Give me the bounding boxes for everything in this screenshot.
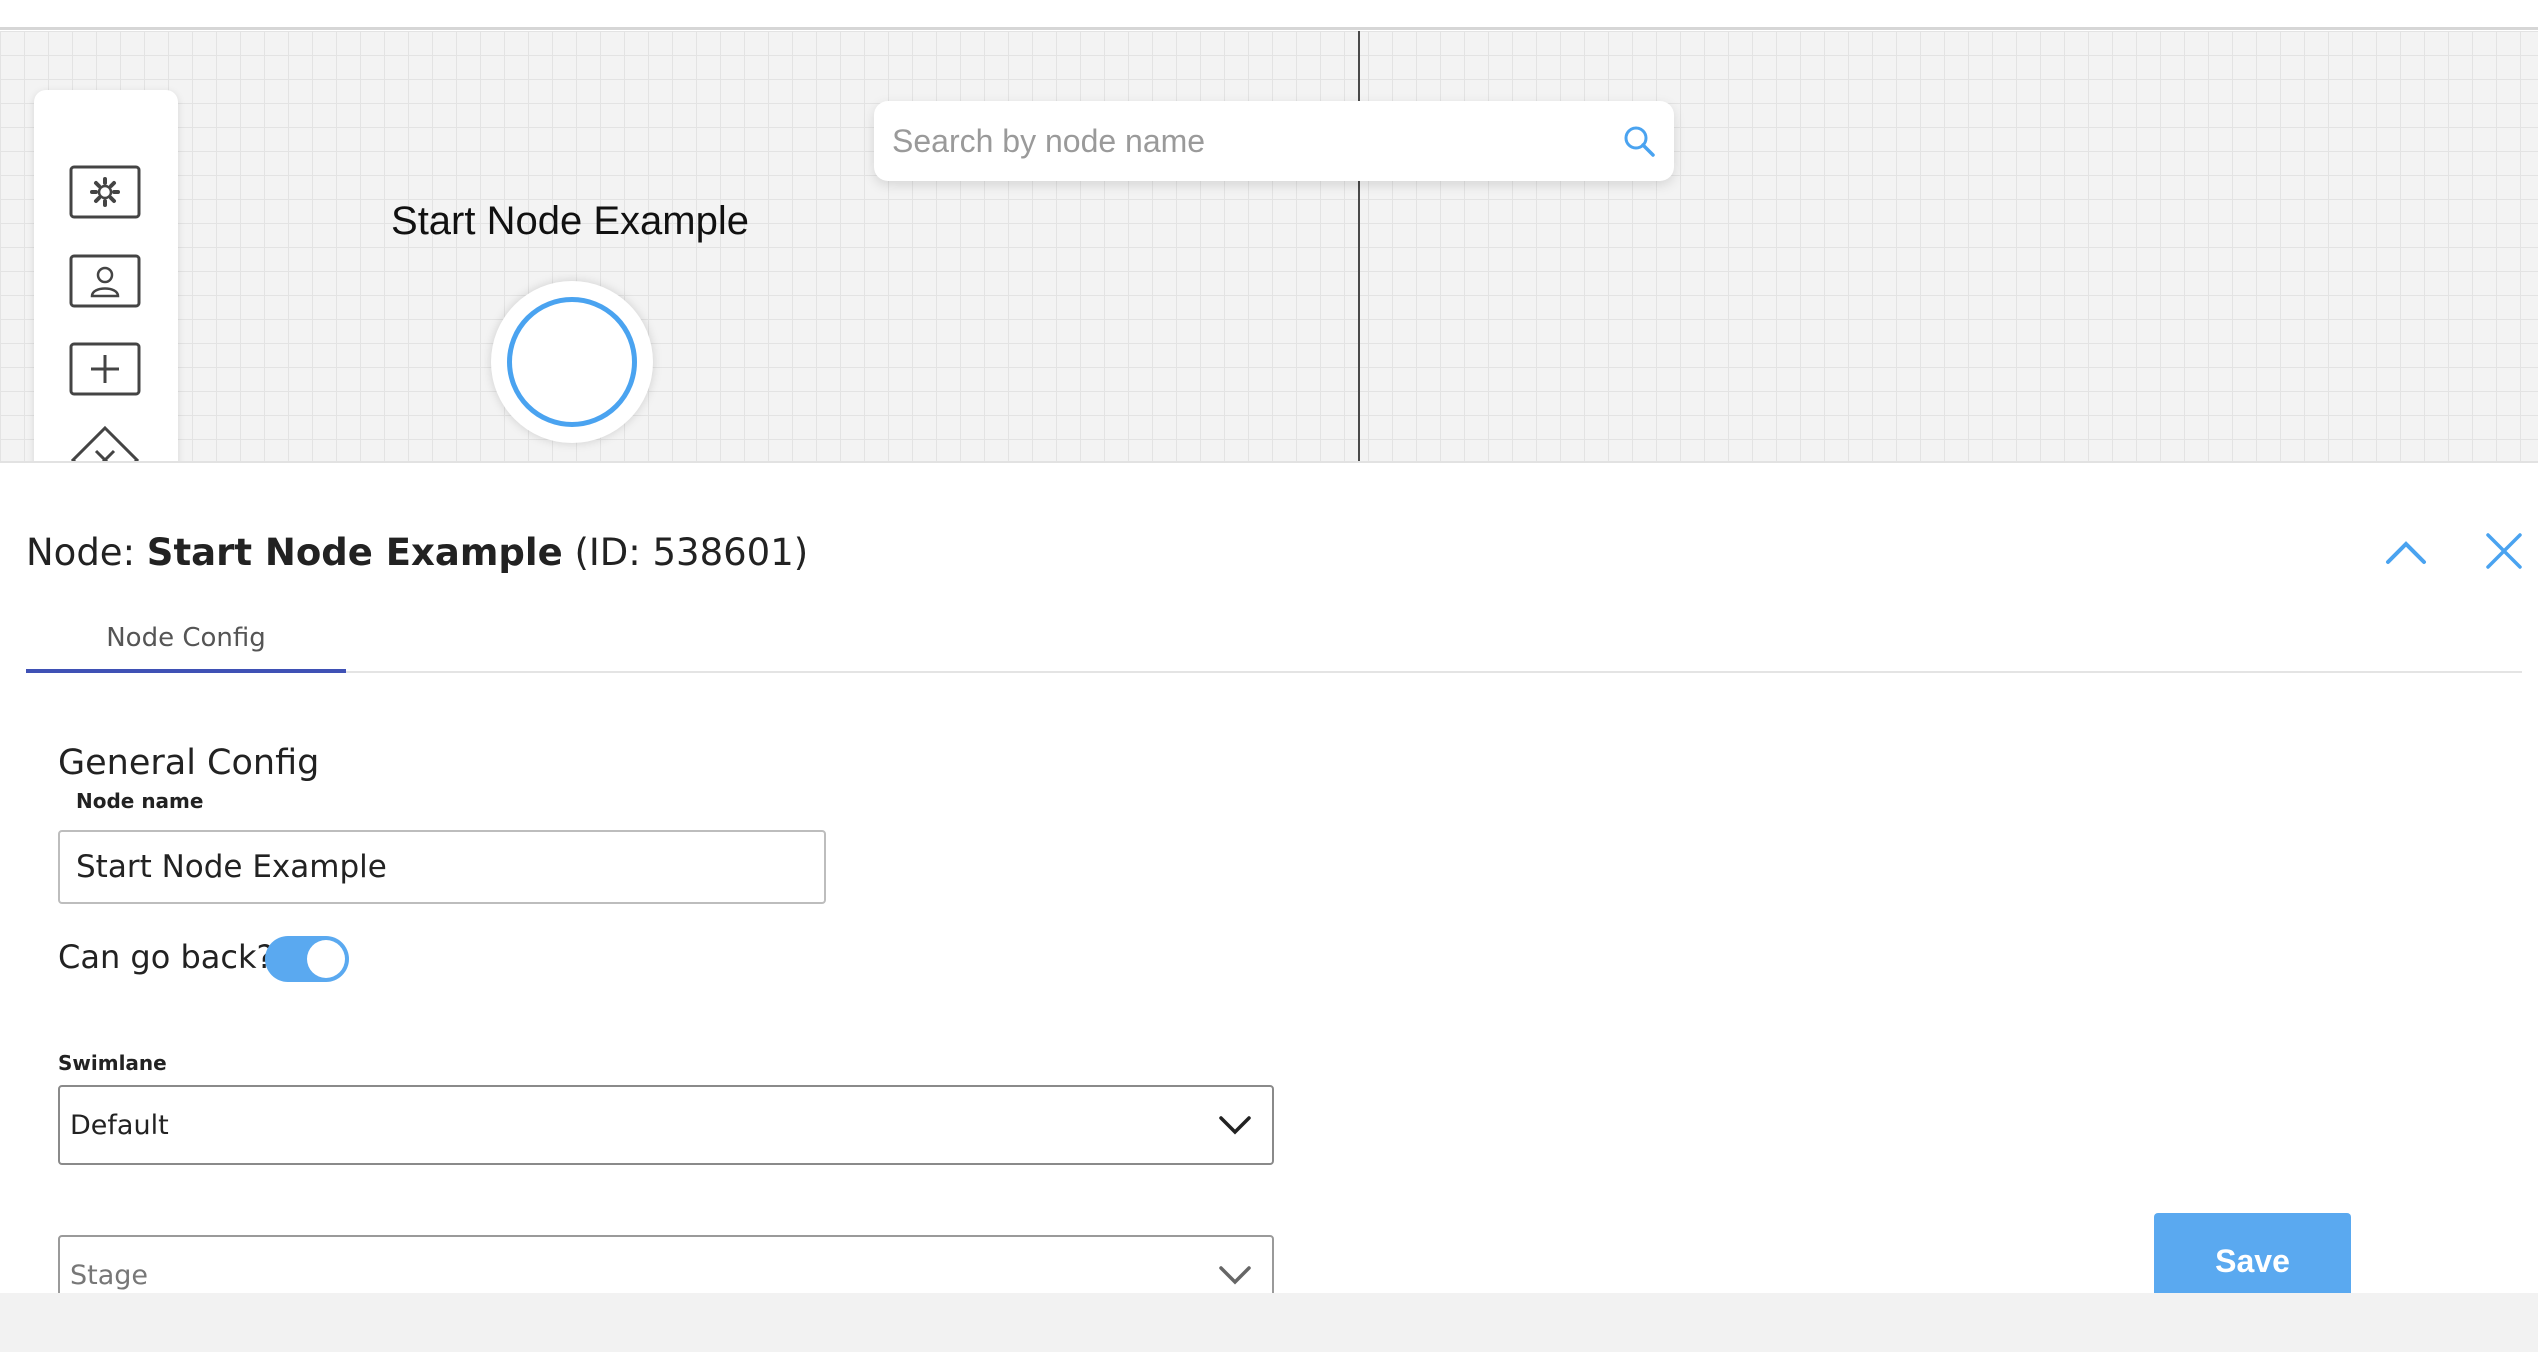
close-panel-button[interactable] — [2474, 521, 2534, 581]
chevron-down-icon — [1219, 1116, 1251, 1135]
plus-icon — [69, 342, 141, 396]
can-go-back-label: Can go back? — [58, 938, 274, 976]
settings-tool[interactable] — [69, 165, 141, 219]
close-icon — [2486, 533, 2522, 569]
exclusive-gateway-icon — [70, 425, 140, 461]
node-name-label: Node name — [76, 789, 204, 813]
node-search-bar — [874, 101, 1674, 181]
collapse-panel-button[interactable] — [2376, 521, 2436, 581]
start-node[interactable] — [497, 287, 647, 437]
section-title: General Config — [58, 743, 320, 783]
swimlane-select[interactable]: Default — [58, 1085, 1274, 1165]
canvas-divider — [1358, 31, 1360, 461]
start-node-label: Start Node Example — [391, 199, 749, 243]
search-input[interactable] — [892, 122, 1622, 160]
chevron-up-icon — [2386, 541, 2426, 564]
panel-title-node-id: (ID: 538601) — [562, 531, 809, 574]
panel-title: Node: Start Node Example (ID: 538601) — [26, 531, 808, 574]
stage-placeholder: Stage — [70, 1259, 149, 1291]
node-toolbox — [34, 90, 178, 461]
add-node-tool[interactable] — [69, 342, 141, 396]
tab-node-config[interactable]: Node Config — [26, 623, 346, 673]
bottom-strip — [0, 1293, 2538, 1352]
chevron-down-icon — [1219, 1266, 1251, 1285]
top-bar — [0, 0, 2538, 30]
gateway-tool[interactable] — [69, 424, 141, 461]
gear-icon — [69, 165, 141, 219]
search-icon[interactable] — [1622, 124, 1656, 158]
node-config-panel: Node: Start Node Example (ID: 538601) No… — [0, 461, 2538, 1315]
node-name-input[interactable] — [58, 830, 826, 904]
user-icon — [69, 254, 141, 308]
panel-tabs: Node Config — [26, 623, 2522, 673]
flow-canvas[interactable]: Start Node Example — [0, 31, 2538, 461]
swimlane-value: Default — [70, 1109, 169, 1141]
panel-title-node-name: Start Node Example — [146, 531, 563, 574]
panel-title-prefix: Node: — [26, 531, 147, 574]
can-go-back-toggle[interactable] — [265, 936, 349, 982]
swimlane-label: Swimlane — [58, 1051, 167, 1075]
user-task-tool[interactable] — [69, 254, 141, 308]
